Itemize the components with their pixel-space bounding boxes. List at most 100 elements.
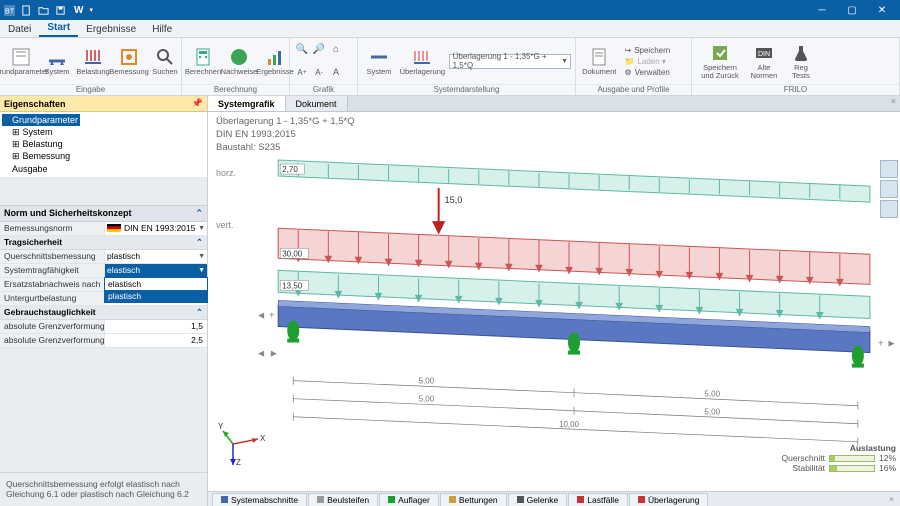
section-gebrauchstauglichkeit[interactable]: Gebrauchstauglichkeit⌃ [0,306,207,320]
dist-load2-value: 13,50 [282,282,303,291]
btn-reg-tests[interactable]: Reg Tests [784,43,818,79]
btn-suchen[interactable]: Suchen [148,47,182,76]
tree-node-ausgabe[interactable]: Ausgabe [2,163,205,175]
menu-ergebnisse[interactable]: Ergebnisse [78,22,144,37]
btn-profile-laden[interactable]: 📁Laden ▾ [620,56,687,67]
point-load-value: 15,0 [445,196,463,206]
tree-node-system[interactable]: ⊞System [2,126,205,138]
btab-ueberlagerung[interactable]: Überlagerung [629,493,709,506]
prop-grenz-z[interactable]: absolute Grenzverformung in z [cm]2,5 [0,334,207,348]
prop-querschnitt[interactable]: Querschnittsbemessungplastisch▼ [0,250,207,264]
btn-alte-normen[interactable]: DINAlte Normen [746,43,782,79]
arrow-right-icon: ↪ [624,46,631,55]
btn-speichern-zurueck[interactable]: Speichern und Zurück [696,43,744,79]
btn-grundparameter[interactable]: Grundparameter [4,47,38,76]
btn-profile-speichern[interactable]: ↪Speichern [620,45,687,56]
dropdown-systemtragfaehigkeit: elastisch plastisch [104,277,208,303]
menu-hilfe[interactable]: Hilfe [144,22,180,37]
tree-node-bemessung[interactable]: ⊞Bemessung [2,150,205,162]
util-row-stabilitaet: Stabilität 16% [782,463,896,473]
prop-bemessungsnorm[interactable]: Bemessungsnorm DIN EN 1993:2015▼ [0,222,207,236]
font-smaller[interactable]: A- [311,64,327,80]
new-icon[interactable] [21,5,32,16]
btab-bettungen[interactable]: Bettungen [440,493,507,506]
btn-system-view[interactable]: System [362,47,396,76]
utilization-panel: Auslastung Querschnitt 12% Stabilität 16… [782,443,896,473]
grp-grafik-label: Grafik [290,84,357,95]
tab-systemgrafik[interactable]: Systemgrafik [208,96,286,111]
dist-load1-value: 30,00 [282,250,303,259]
tabs-close-icon[interactable]: × [887,96,900,111]
btn-system[interactable]: System [40,47,74,76]
folder-icon: 📁 [624,57,634,66]
system-icon [47,47,67,67]
btn-belastung[interactable]: Belastung [76,47,110,76]
menu-datei[interactable]: Datei [0,22,39,37]
svg-text:Z: Z [236,458,241,467]
zoom-in-icon[interactable]: 🔍 [294,42,310,58]
plus-icon: ⊞ [12,138,20,150]
btab-gelenke[interactable]: Gelenke [508,493,568,506]
tree-node-grundparameter[interactable]: Grundparameter [2,114,80,126]
menu-start[interactable]: Start [39,20,78,37]
section-tragsicherheit[interactable]: Tragsicherheit⌃ [0,236,207,250]
btn-ergebnisse[interactable]: Ergebnisse [258,47,292,76]
font-bigger[interactable]: A+ [294,64,310,80]
collapse-icon: ⌃ [195,208,203,219]
panel-header: Eigenschaften 📌 [0,96,207,112]
save-icon[interactable] [55,5,66,16]
nav-tree: Grundparameter ⊞System ⊞Belastung ⊞Bemes… [0,112,207,177]
btn-bemessung[interactable]: Bemessung [112,47,146,76]
tree-node-belastung[interactable]: ⊞Belastung [2,138,205,150]
support-right [852,346,864,368]
zoom-out-icon[interactable]: 🔎 [311,42,327,58]
svg-text:5,00: 5,00 [419,395,435,404]
search-icon [155,47,175,67]
svg-text:10,00: 10,00 [559,420,580,429]
btn-ueberlagerung[interactable]: Überlagerung [398,47,447,76]
svg-text:BT: BT [5,6,15,15]
canvas[interactable]: horz. vert. 2,70 [208,158,900,491]
btn-berechnen[interactable]: Berechnen [186,47,220,76]
maximize-button[interactable]: ▢ [838,0,866,20]
btab-systemabschnitte[interactable]: Systemabschnitte [212,493,307,506]
canvas-header: Überlagerung 1 - 1,35*G + 1,5*Q DIN EN 1… [208,112,900,158]
btab-lastfaelle[interactable]: Lastfälle [568,493,628,506]
util-row-querschnitt: Querschnitt 12% [782,453,896,463]
opt-plastisch[interactable]: plastisch [105,290,207,302]
doc-tabs: Systemgrafik Dokument × [208,96,900,112]
ribbon: Grundparameter System Belastung Bemessun… [0,38,900,96]
plus-icon: ⊞ [12,126,20,138]
minimize-button[interactable]: ─ [808,0,836,20]
svg-text:5,00: 5,00 [704,390,720,399]
app-dropdown-icon[interactable]: ▾ [89,6,93,14]
beam-diagram: 2,70 15,0 [208,158,900,491]
svg-text:+ ►: + ► [878,339,897,350]
support-left [287,321,299,343]
grp-ausgabe-label: Ausgabe und Profile [576,84,691,95]
btab-beulsteifen[interactable]: Beulsteifen [308,493,378,506]
close-button[interactable]: ✕ [868,0,896,20]
overlay-combo[interactable]: Überlagerung 1 - 1,35*G + 1,5*Q▼ [449,54,571,69]
bottom-tabs-close[interactable]: × [883,494,900,504]
save-back-icon [710,43,730,63]
btab-auflager[interactable]: Auflager [379,493,439,506]
section-norm[interactable]: Norm und Sicherheitskonzept⌃ [0,205,207,222]
grp-frilo-label: FRILO [692,84,899,95]
pin-icon[interactable]: 📌 [192,98,203,109]
btn-nachweise[interactable]: Nachweise [222,47,256,76]
svg-text:DIN: DIN [758,51,770,58]
prop-systemtragfaehigkeit[interactable]: Systemtragfähigkeit elastisch▼ elastisch… [0,264,207,278]
grp-eingabe-label: Eingabe [0,84,181,95]
btn-profile-verwalten[interactable]: ⚙Verwalten [620,67,687,78]
open-icon[interactable] [38,5,49,16]
font-reset[interactable]: A [328,64,344,80]
prop-grenz-y[interactable]: absolute Grenzverformung in y [cm]1,5 [0,320,207,334]
opt-elastisch[interactable]: elastisch [105,278,207,290]
tab-dokument[interactable]: Dokument [286,96,348,111]
belastung-icon [83,47,103,67]
svg-text:X: X [260,434,266,443]
coord-gizmo: X Y Z [218,419,268,469]
home-icon[interactable]: ⌂ [328,42,344,58]
btn-dokument[interactable]: Dokument [580,47,618,76]
